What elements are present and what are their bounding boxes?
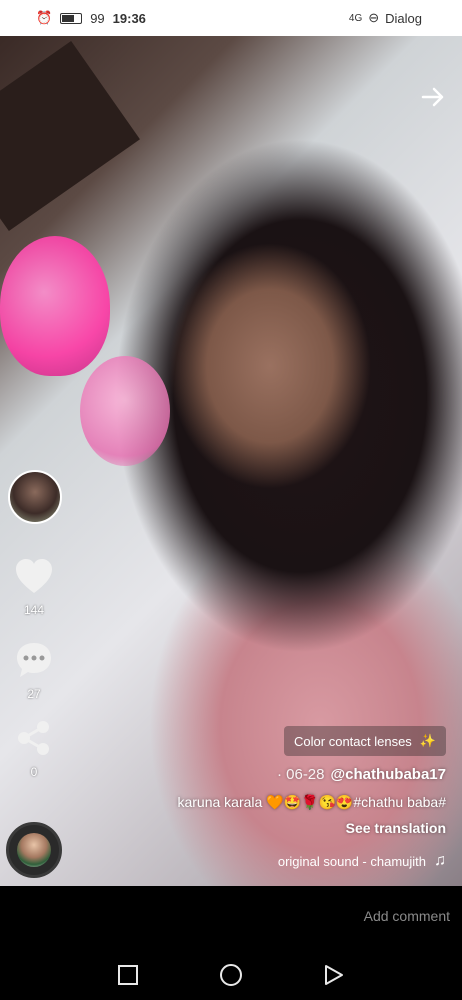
effect-wand-icon: ✨ (419, 733, 436, 748)
square-nav-icon[interactable] (115, 962, 141, 988)
signal-icon: ⊖ (368, 10, 380, 25)
sound-label: original sound - chamujith (277, 853, 426, 869)
sound-avatar[interactable] (6, 822, 62, 878)
heart-icon (16, 559, 52, 593)
username-text: @chathubaba17 (330, 766, 447, 783)
alarm-icon: ⏰ (36, 10, 53, 25)
system-nav-bar (0, 950, 462, 1000)
effect-label: Color contact lenses (294, 733, 412, 749)
like-button[interactable]: 144 (14, 558, 54, 617)
comment-icon (17, 643, 51, 677)
background-decoration (0, 236, 110, 376)
triangle-nav-icon[interactable] (320, 962, 346, 988)
background-decoration (80, 356, 170, 466)
see-translation-link[interactable]: See translation (346, 820, 446, 836)
add-comment-input[interactable]: Add comment (364, 908, 450, 924)
video-player[interactable] (0, 36, 462, 886)
circle-nav-icon[interactable] (218, 962, 244, 988)
effect-chip[interactable]: Color contact lenses ✨ (284, 726, 446, 756)
caption-text: karuna karala 🧡🤩🌹😘😍#chathu baba# (177, 794, 446, 810)
share-button[interactable]: 0 (14, 718, 54, 779)
creator-avatar[interactable] (8, 470, 62, 524)
post-date: · 06-28 (276, 766, 325, 783)
battery-label: 99 (90, 10, 105, 26)
like-count: 144 (23, 603, 45, 617)
music-note-icon: ♫ (434, 852, 446, 869)
clock: 19:36 (112, 10, 146, 26)
network-label: 4G (348, 12, 363, 24)
status-bar: ⏰ 99 19:36 4G ⊖ Dialog (0, 0, 462, 36)
sound-link[interactable]: original sound - chamujith ♫ (278, 852, 446, 870)
comment-button[interactable]: 27 (14, 640, 54, 701)
share-icon (18, 721, 49, 755)
background-wall (0, 40, 140, 232)
creator-username[interactable]: · 06-28 @chathubaba17 (277, 766, 446, 783)
comment-count: 27 (27, 687, 41, 701)
battery-icon (60, 12, 83, 24)
back-arrow-icon[interactable] (420, 84, 446, 110)
share-count: 0 (30, 765, 38, 779)
carrier-name: Dialog (385, 10, 422, 26)
